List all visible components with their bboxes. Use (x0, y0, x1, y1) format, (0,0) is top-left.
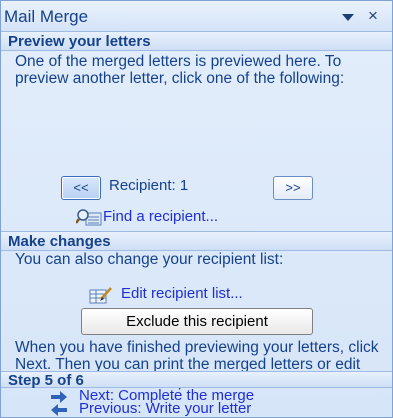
pane-titlebar: Mail Merge × (1, 1, 392, 32)
next-arrow-icon (51, 391, 67, 403)
changes-description: You can also change your recipient list: (15, 251, 284, 268)
previous-recipient-button[interactable]: << (61, 176, 101, 200)
recipient-counter: Recipient: 1 (109, 177, 189, 194)
dropdown-arrow-icon[interactable] (342, 14, 354, 21)
edit-list-icon (89, 286, 113, 309)
find-recipient-icon (75, 208, 102, 231)
pane-title: Mail Merge (4, 7, 89, 26)
exclude-recipient-button[interactable]: Exclude this recipient (81, 308, 313, 335)
make-changes-heading: Make changes (1, 231, 392, 251)
next-recipient-button[interactable]: >> (273, 176, 313, 200)
previous-step-link[interactable]: Previous: Write your letter (79, 400, 251, 417)
close-icon[interactable]: × (368, 7, 378, 24)
find-recipient-link[interactable]: Find a recipient... (103, 208, 218, 225)
edit-recipient-list-link[interactable]: Edit recipient list... (121, 285, 243, 302)
previous-arrow-icon (51, 404, 67, 416)
preview-description: One of the merged letters is previewed h… (15, 53, 345, 87)
preview-section-heading: Preview your letters (1, 31, 392, 51)
step-heading: Step 5 of 6 (1, 371, 392, 389)
mail-merge-pane: Mail Merge × Preview your letters One of… (0, 0, 393, 418)
